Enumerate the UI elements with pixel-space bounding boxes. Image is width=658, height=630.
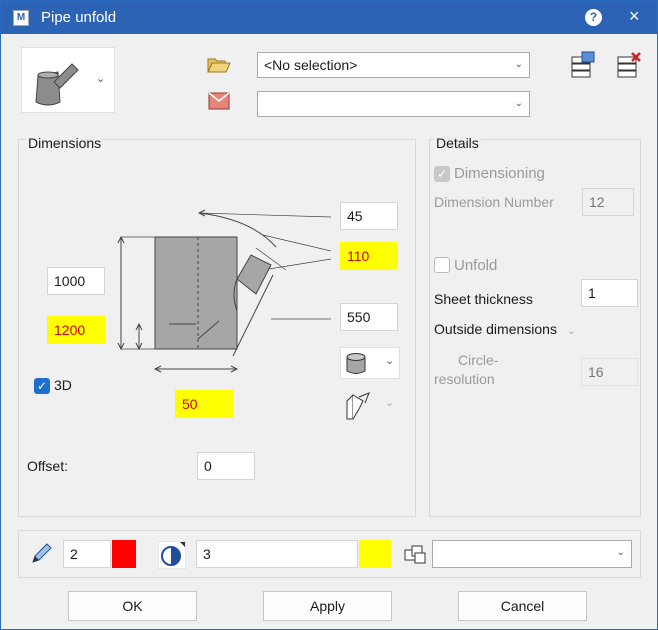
pen-icon[interactable] bbox=[29, 542, 53, 566]
apply-button[interactable]: Apply bbox=[263, 591, 392, 621]
pen-color-swatch[interactable] bbox=[112, 540, 136, 568]
details-group-label: Details bbox=[434, 135, 481, 151]
chevron-down-icon: ⌄ bbox=[385, 397, 395, 409]
unfold-type-selector[interactable]: ⌄ bbox=[340, 387, 400, 423]
delete-preset-icon[interactable] bbox=[615, 51, 643, 81]
height-left-input[interactable]: 1000 bbox=[47, 267, 105, 295]
width-bottom-input[interactable]: 50 bbox=[175, 390, 233, 418]
sheet-thickness-input[interactable]: 1 bbox=[581, 279, 638, 307]
selection-combo[interactable]: <No selection> ⌄ bbox=[257, 52, 530, 78]
pipe-dimension-diagram bbox=[117, 209, 331, 373]
title-bar: M Pipe unfold ? × bbox=[1, 1, 657, 34]
unfold-checkbox[interactable] bbox=[434, 257, 450, 273]
ok-button[interactable]: OK bbox=[68, 591, 197, 621]
angle-input[interactable]: 45 bbox=[340, 202, 398, 230]
window-title: Pipe unfold bbox=[41, 9, 117, 26]
unfold-shape-icon bbox=[346, 392, 370, 420]
app-icon: M bbox=[13, 10, 29, 26]
chevron-down-icon: ⌄ bbox=[385, 355, 395, 367]
group-icon[interactable] bbox=[403, 544, 427, 566]
dimension-number-label: Dimension Number bbox=[434, 194, 554, 210]
dimensions-group-label: Dimensions bbox=[26, 135, 104, 151]
color-marker-icon[interactable] bbox=[208, 92, 230, 110]
layer-input[interactable]: 3 bbox=[196, 540, 358, 568]
circle-resolution-label-1: Circle- bbox=[458, 352, 499, 368]
threed-label: 3D bbox=[54, 377, 72, 393]
group-combo[interactable]: ⌄ bbox=[432, 540, 632, 568]
chevron-down-icon: ⌄ bbox=[514, 98, 523, 109]
sheet-thickness-label: Sheet thickness bbox=[434, 291, 533, 307]
folder-open-icon[interactable] bbox=[207, 57, 231, 73]
shape-type-selector[interactable]: ⌄ bbox=[21, 47, 115, 113]
pipe-unfold-dialog: M Pipe unfold ? × ⌄ <No selection> ⌄ ⌄ D… bbox=[0, 0, 658, 630]
help-button[interactable]: ? bbox=[585, 9, 602, 26]
layer-icon[interactable] bbox=[158, 541, 186, 569]
chevron-down-icon: ⌄ bbox=[566, 325, 577, 337]
close-button[interactable]: × bbox=[629, 6, 640, 27]
length-b-input[interactable]: 550 bbox=[340, 303, 398, 331]
offset-label: Offset: bbox=[27, 458, 68, 474]
dimensioning-label: Dimensioning bbox=[454, 165, 545, 182]
dimension-number-input[interactable]: 12 bbox=[582, 188, 634, 216]
outside-dimensions-value: Outside dimensions bbox=[434, 321, 557, 337]
chevron-down-icon: ⌄ bbox=[96, 73, 106, 85]
pipe-type-selector[interactable]: ⌄ bbox=[340, 347, 400, 379]
color-combo[interactable]: ⌄ bbox=[257, 91, 530, 117]
pipe-shape-icon bbox=[35, 63, 79, 106]
length-a-input[interactable]: 110 bbox=[340, 242, 398, 270]
threed-checkbox[interactable]: ✓ bbox=[34, 378, 50, 394]
unfold-label: Unfold bbox=[454, 257, 498, 274]
cylinder-icon bbox=[346, 353, 366, 374]
circle-resolution-label-2: resolution bbox=[434, 371, 495, 387]
dimensioning-checkbox[interactable]: ✓ bbox=[434, 166, 450, 182]
circle-resolution-input[interactable]: 16 bbox=[581, 358, 638, 386]
offset-input[interactable]: 0 bbox=[197, 452, 255, 480]
height-total-input[interactable]: 1200 bbox=[47, 316, 105, 344]
chevron-down-icon: ⌄ bbox=[514, 59, 523, 70]
selection-combo-value: <No selection> bbox=[264, 57, 358, 73]
outside-dimensions-select[interactable]: Outside dimensions ⌄ bbox=[434, 321, 576, 337]
save-preset-icon[interactable] bbox=[568, 51, 596, 81]
pen-input[interactable]: 2 bbox=[63, 540, 111, 568]
cancel-button[interactable]: Cancel bbox=[458, 591, 587, 621]
chevron-down-icon: ⌄ bbox=[616, 547, 625, 558]
layer-color-swatch[interactable] bbox=[359, 540, 391, 568]
